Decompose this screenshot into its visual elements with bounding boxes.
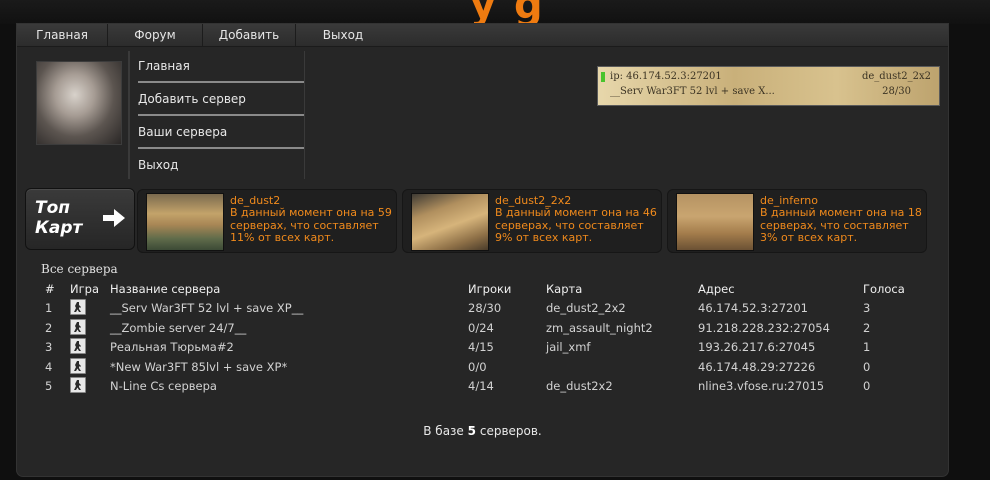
top-map-card-3[interactable]: de_inferno В данный момент она на 18 сер… [667, 189, 927, 253]
server-name-link[interactable]: Реальная Тюрьма#2 [110, 340, 234, 354]
col-header-votes[interactable]: Голоса [863, 282, 905, 296]
main-container: Главная Форум Добавить Выход Главная Доб… [17, 24, 948, 476]
user-menu-add-server-label: Добавить сервер [138, 92, 246, 106]
col-header-game: Игра [70, 282, 99, 296]
map-thumbnail-de-dust2 [146, 193, 224, 251]
col-header-players[interactable]: Игроки [468, 282, 511, 296]
user-menu-exit-label: Выход [138, 158, 179, 172]
server-map: jail_xmf [546, 340, 591, 354]
col-header-num: # [45, 282, 55, 296]
servers-total-prefix: В базе [423, 424, 464, 438]
user-menu-my-servers-label: Ваши сервера [138, 125, 228, 139]
user-menu-home-label: Главная [138, 59, 190, 73]
servers-total: В базе 5 серверов. [17, 424, 948, 438]
top-maps-button[interactable]: Топ Карт [25, 188, 135, 250]
user-menu: Главная Добавить сервер Ваши сервера Вых… [128, 51, 305, 179]
server-banner[interactable]: ip: 46.174.52.3:27201 de_dust2_2x2 __Ser… [597, 66, 940, 106]
servers-total-suffix: серверов. [479, 424, 542, 438]
nav-exit[interactable]: Выход [296, 24, 390, 46]
menu-divider [138, 147, 304, 149]
row-num: 1 [45, 301, 53, 315]
server-map: de_dust2x2 [546, 379, 613, 393]
user-menu-home[interactable]: Главная [138, 53, 304, 85]
server-address: 46.174.48.29:27226 [698, 360, 816, 374]
top-maps-label: Топ Карт [35, 198, 95, 240]
nav-forum[interactable]: Форум [108, 24, 203, 46]
server-map: de_dust2_2x2 [546, 301, 626, 315]
banner-players: 28/30 [882, 86, 911, 97]
user-menu-add-server[interactable]: Добавить сервер [138, 86, 304, 118]
top-maps-label-line2: Карт [35, 218, 83, 238]
counter-strike-game-icon [70, 299, 86, 315]
server-votes: 2 [863, 321, 871, 335]
col-header-name[interactable]: Название сервера [110, 282, 220, 296]
main-nav: Главная Форум Добавить Выход [17, 24, 948, 47]
server-online-indicator [601, 72, 605, 82]
server-address: 46.174.52.3:27201 [698, 301, 808, 315]
server-address: 193.26.217.6:27045 [698, 340, 816, 354]
server-address: 91.218.228.232:27054 [698, 321, 830, 335]
map-thumbnail-de-dust2-2x2 [411, 193, 489, 251]
header-strip: y g [0, 0, 990, 28]
server-name-link[interactable]: __Serv War3FT 52 lvl + save XP__ [110, 301, 303, 315]
row-num: 4 [45, 360, 53, 374]
server-votes: 0 [863, 379, 871, 393]
server-players: 0/24 [468, 321, 494, 335]
menu-divider [138, 114, 304, 116]
user-avatar [36, 61, 122, 145]
banner-server-name: __Serv War3FT 52 lvl + save X... [610, 86, 775, 97]
server-players: 4/14 [468, 379, 494, 393]
server-votes: 3 [863, 301, 871, 315]
server-votes: 0 [863, 360, 871, 374]
map-description: В данный момент она на 18 серверах, что … [760, 206, 922, 244]
map-description: В данный момент она на 59 серверах, что … [230, 206, 392, 244]
top-maps-label-line1: Топ [35, 198, 71, 218]
nav-add[interactable]: Добавить [203, 24, 296, 46]
counter-strike-game-icon [70, 319, 86, 335]
row-num: 2 [45, 321, 53, 335]
arrow-right-icon [103, 209, 125, 227]
server-votes: 1 [863, 340, 871, 354]
user-menu-my-servers[interactable]: Ваши сервера [138, 119, 304, 151]
col-header-map[interactable]: Карта [546, 282, 582, 296]
map-description: В данный момент она на 46 серверах, что … [495, 206, 657, 244]
row-num: 3 [45, 340, 53, 354]
row-num: 5 [45, 379, 53, 393]
server-name-link[interactable]: *New War3FT 85lvl + save XP* [110, 360, 287, 374]
counter-strike-game-icon [70, 377, 86, 393]
counter-strike-game-icon [70, 358, 86, 374]
server-address: nline3.vfose.ru:27015 [698, 379, 825, 393]
top-map-card-1[interactable]: de_dust2 В данный момент она на 59 серве… [137, 189, 397, 253]
server-players: 4/15 [468, 340, 494, 354]
all-servers-title: Все сервера [41, 262, 118, 276]
menu-divider [138, 81, 304, 83]
servers-total-count: 5 [467, 424, 477, 438]
nav-home[interactable]: Главная [17, 24, 108, 46]
col-header-address[interactable]: Адрес [698, 282, 735, 296]
server-players: 0/0 [468, 360, 487, 374]
site-logo-fragment: y g [470, 0, 545, 28]
user-menu-exit[interactable]: Выход [138, 152, 304, 184]
top-map-card-2[interactable]: de_dust2_2x2 В данный момент она на 46 с… [402, 189, 662, 253]
counter-strike-game-icon [70, 338, 86, 354]
banner-ip: ip: 46.174.52.3:27201 [610, 71, 722, 82]
server-map: zm_assault_night2 [546, 321, 653, 335]
banner-map: de_dust2_2x2 [861, 71, 931, 82]
server-name-link[interactable]: __Zombie server 24/7__ [110, 321, 246, 335]
server-players: 28/30 [468, 301, 502, 315]
server-name-link[interactable]: N-Line Cs сервера [110, 379, 217, 393]
map-thumbnail-de-inferno [676, 193, 754, 251]
